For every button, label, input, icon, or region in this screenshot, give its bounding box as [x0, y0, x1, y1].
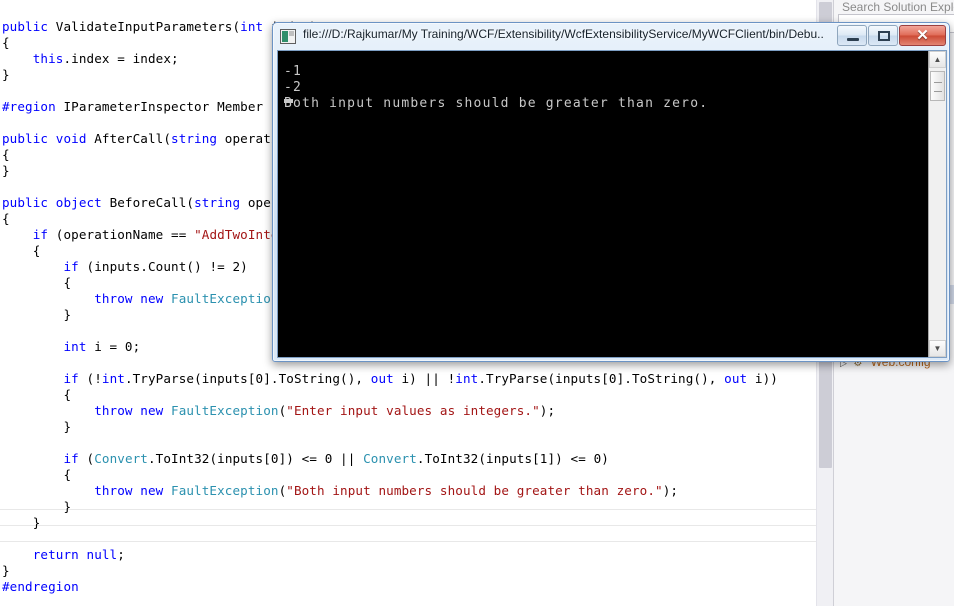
- code-token: i) || !: [393, 370, 456, 386]
- code-token: out: [724, 370, 748, 386]
- console-app-icon: [280, 29, 296, 44]
- code-token: {: [2, 34, 10, 50]
- scroll-down-arrow-icon[interactable]: ▼: [929, 340, 946, 357]
- screenshot-root: Search Solution Explo ▷▤es ▷▤T ▷▤e ▷▤te …: [0, 0, 954, 606]
- code-token: {: [2, 210, 10, 226]
- code-token: .ToInt32(inputs[1]) <= 0): [416, 450, 609, 466]
- code-token: if: [63, 370, 79, 386]
- code-token: if: [63, 258, 79, 274]
- code-token: (inputs.Count() != 2): [78, 258, 248, 274]
- code-token: }: [2, 562, 10, 578]
- code-token: ;: [117, 546, 125, 562]
- code-token: i = 0;: [86, 338, 141, 354]
- code-token: }: [2, 514, 41, 530]
- code-token: (!: [78, 370, 102, 386]
- console-output-area[interactable]: -1 -2 Both input numbers should be great…: [278, 51, 928, 357]
- close-icon: ✕: [916, 27, 929, 44]
- code-token: {: [2, 466, 72, 482]
- code-token: return null: [32, 546, 118, 562]
- code-token: if: [63, 450, 79, 466]
- code-token: {: [2, 242, 41, 258]
- console-scrollbar-thumb[interactable]: [930, 71, 945, 101]
- console-window[interactable]: file:///D:/Rajkumar/My Training/WCF/Exte…: [272, 22, 950, 362]
- code-token: public object: [2, 194, 110, 210]
- close-button[interactable]: ✕: [899, 25, 946, 46]
- code-token: int: [63, 338, 87, 354]
- code-token: }: [2, 162, 10, 178]
- code-token: FaultException: [171, 482, 279, 498]
- code-token: int: [240, 18, 264, 34]
- code-token: (: [78, 450, 95, 466]
- code-token: {: [2, 146, 10, 162]
- code-token: Convert: [363, 450, 417, 466]
- code-token: int: [101, 370, 125, 386]
- code-token: "Both input numbers should be greater th…: [286, 482, 663, 498]
- code-token: throw new: [94, 402, 172, 418]
- code-token: throw new: [94, 482, 172, 498]
- code-token: }: [2, 306, 72, 322]
- console-output-text: -1 -2 Both input numbers should be great…: [284, 64, 709, 111]
- code-token: {: [2, 274, 72, 290]
- code-token: string: [194, 194, 241, 210]
- solution-explorer-search-label: Search Solution Explo: [842, 0, 954, 14]
- code-token: }: [2, 66, 10, 82]
- code-token: #endregion: [2, 578, 79, 594]
- maximize-icon: [878, 31, 890, 41]
- code-token: .index = index;: [63, 50, 179, 66]
- code-token: .TryParse(inputs[0].ToString(),: [478, 370, 725, 386]
- console-vertical-scrollbar[interactable]: ▲ ▼: [928, 51, 946, 357]
- minimize-button[interactable]: [837, 25, 867, 46]
- code-token: AfterCall(: [94, 130, 172, 146]
- code-token: Convert: [94, 450, 148, 466]
- code-token: public void: [2, 130, 95, 146]
- minimize-icon: [847, 38, 859, 41]
- code-token: }: [2, 498, 72, 514]
- console-client-frame: -1 -2 Both input numbers should be great…: [277, 50, 947, 358]
- scroll-up-arrow-icon[interactable]: ▲: [929, 51, 946, 68]
- code-token: throw new: [94, 290, 172, 306]
- console-cursor: [284, 99, 293, 103]
- code-token: BeforeCall(: [109, 194, 195, 210]
- code-token: #region: [2, 98, 56, 114]
- code-token: string: [171, 130, 218, 146]
- code-token: i)): [747, 370, 778, 386]
- code-token: "Enter input values as integers.": [286, 402, 540, 418]
- code-token: .ToInt32(inputs[0]) <= 0 ||: [148, 450, 364, 466]
- code-token: );: [539, 402, 556, 418]
- code-token: this: [32, 50, 64, 66]
- console-window-titlebar[interactable]: file:///D:/Rajkumar/My Training/WCF/Exte…: [273, 23, 949, 50]
- window-controls[interactable]: ✕: [837, 25, 946, 46]
- code-token: );: [662, 482, 679, 498]
- code-token: FaultException: [171, 290, 279, 306]
- code-token: FaultException: [171, 402, 279, 418]
- code-token: }: [2, 418, 72, 434]
- code-token: int: [455, 370, 479, 386]
- code-token: .TryParse(inputs[0].ToString(),: [124, 370, 371, 386]
- maximize-button[interactable]: [868, 25, 898, 46]
- code-token: out: [370, 370, 394, 386]
- code-token: {: [2, 386, 72, 402]
- code-token: if: [32, 226, 49, 242]
- code-token: (operationName ==: [48, 226, 195, 242]
- code-token: public: [2, 18, 56, 34]
- code-token: ValidateInputParameters(: [55, 18, 241, 34]
- console-window-title: file:///D:/Rajkumar/My Training/WCF/Exte…: [303, 27, 824, 41]
